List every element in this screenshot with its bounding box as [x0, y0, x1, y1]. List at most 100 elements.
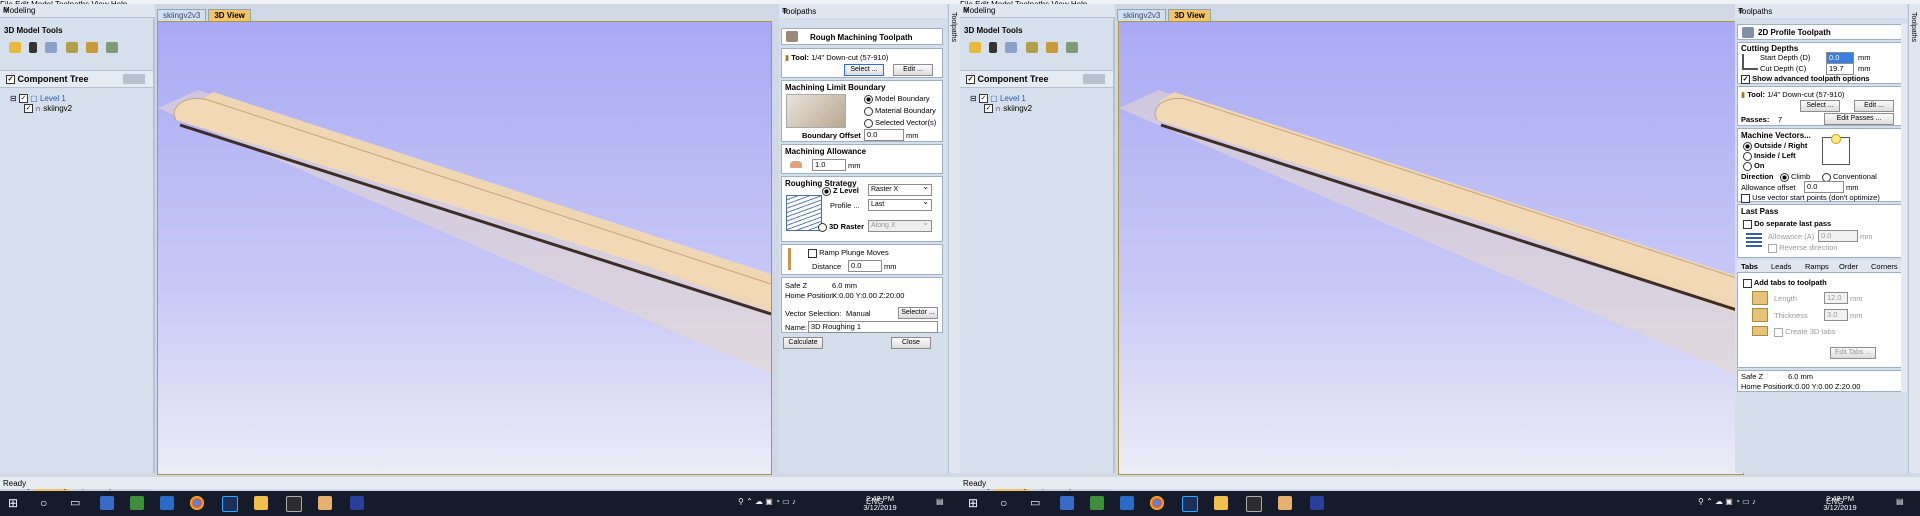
- edit-tool-button[interactable]: Edit ...: [893, 64, 933, 76]
- app-icon-1[interactable]: [1060, 496, 1074, 510]
- arrows-icon[interactable]: [45, 42, 58, 53]
- tree-checkbox[interactable]: ✓: [966, 75, 975, 85]
- tab-corners[interactable]: Corners: [1871, 262, 1898, 271]
- reverse-direction-checkbox[interactable]: [1768, 243, 1777, 253]
- chrome-icon[interactable]: [190, 496, 204, 510]
- tab-3d-view[interactable]: 3D View: [208, 9, 251, 21]
- length-input[interactable]: 12.0: [1824, 292, 1848, 304]
- toolpath-name-input[interactable]: 3D Roughing 1: [808, 321, 938, 333]
- create-3d-tabs-checkbox[interactable]: [1774, 327, 1783, 337]
- pin-icon[interactable]: ⊕: [963, 6, 1112, 14]
- select-tool-button[interactable]: Select ...: [1800, 100, 1840, 112]
- 3d-viewport[interactable]: [1118, 21, 1744, 475]
- clock[interactable]: 2:48 PM 3/12/2019: [858, 494, 902, 512]
- close-button[interactable]: Close: [891, 337, 931, 349]
- tab-2d-document[interactable]: skiingv2v3: [157, 9, 207, 21]
- tree-item-row[interactable]: ✓ ∩ skiingv2: [24, 104, 72, 114]
- tree-tools-icon[interactable]: [1083, 74, 1105, 84]
- climb-radio[interactable]: [1780, 172, 1789, 182]
- photos-icon[interactable]: [1246, 496, 1262, 512]
- file-explorer-icon[interactable]: [254, 496, 268, 510]
- tray-icons[interactable]: ⚲ ⌃ ☁ ▣ ◔ ▭ ♪: [1698, 497, 1756, 506]
- windows-start-icon[interactable]: ⊞: [8, 496, 22, 510]
- raster-select[interactable]: Along X: [868, 218, 932, 232]
- tree-level-row[interactable]: ⊟ ✓ ▢ Level 1: [970, 94, 1026, 104]
- 3d-viewport[interactable]: [157, 21, 772, 475]
- ramp-plunge-checkbox[interactable]: [808, 248, 817, 258]
- photos-icon[interactable]: [286, 496, 302, 512]
- tab-ramps[interactable]: Ramps: [1805, 262, 1829, 271]
- 3d-raster-radio[interactable]: [818, 222, 827, 232]
- pin-icon[interactable]: ⊕: [3, 6, 152, 14]
- arrows-icon[interactable]: [1005, 42, 1018, 53]
- app-icon-3[interactable]: [160, 496, 174, 510]
- windows-start-icon[interactable]: ⊞: [968, 496, 982, 510]
- pin-icon[interactable]: ⊕: [782, 7, 944, 15]
- grid-icon[interactable]: [65, 42, 78, 53]
- app-icon-3[interactable]: [1120, 496, 1134, 510]
- task-view-icon[interactable]: ▭: [70, 496, 84, 510]
- mountain-icon[interactable]: [1066, 42, 1079, 53]
- tab-leads[interactable]: Leads: [1771, 262, 1791, 271]
- allowance-a-input[interactable]: 0.0: [1818, 230, 1858, 242]
- sculpt-icon[interactable]: [85, 42, 98, 53]
- notification-icon[interactable]: ▤: [936, 497, 944, 506]
- selected-vectors-radio[interactable]: [864, 118, 873, 128]
- allowance-input[interactable]: 1.0: [812, 159, 846, 171]
- app-icon-2[interactable]: [130, 496, 144, 510]
- file-explorer-icon[interactable]: [1214, 496, 1228, 510]
- key-icon[interactable]: [29, 42, 38, 53]
- mountain-icon[interactable]: [106, 42, 119, 53]
- pin-icon[interactable]: ⊕: [1738, 7, 1904, 15]
- calculate-button[interactable]: Calculate: [783, 337, 823, 349]
- inside-left-radio[interactable]: [1743, 151, 1752, 161]
- add-tabs-checkbox[interactable]: [1743, 278, 1752, 288]
- app-icon-1[interactable]: [100, 496, 114, 510]
- separate-last-pass-checkbox[interactable]: [1743, 219, 1752, 229]
- app-icon-4[interactable]: [318, 496, 332, 510]
- app-icon-5[interactable]: [350, 496, 364, 510]
- tab-tabs[interactable]: Tabs: [1741, 262, 1758, 271]
- boundary-offset-input[interactable]: 0.0: [864, 129, 904, 141]
- profile-select[interactable]: Last: [868, 197, 932, 211]
- search-icon[interactable]: ○: [40, 496, 54, 510]
- photoshop-icon[interactable]: [1182, 496, 1198, 512]
- model-boundary-radio[interactable]: [864, 94, 873, 104]
- toolpaths-side-tab[interactable]: Toolpaths: [1908, 4, 1920, 473]
- toolpaths-side-tab[interactable]: Toolpaths: [948, 4, 960, 473]
- use-vector-start-checkbox[interactable]: [1741, 193, 1750, 203]
- show-advanced-checkbox[interactable]: ✓: [1741, 74, 1750, 84]
- key-icon[interactable]: [989, 42, 998, 53]
- sculpt-icon[interactable]: [1045, 42, 1058, 53]
- z-level-radio[interactable]: [822, 186, 831, 196]
- panel-scrollbar[interactable]: [1901, 24, 1907, 392]
- tray-icons[interactable]: ⚲ ⌃ ☁ ▣ ◔ ▭ ♪: [738, 497, 796, 506]
- allowance-offset-input[interactable]: 0.0: [1804, 181, 1844, 193]
- clock[interactable]: 2:48 PM 3/12/2019: [1818, 494, 1862, 512]
- distance-input[interactable]: 0.0: [848, 260, 882, 272]
- material-boundary-radio[interactable]: [864, 106, 873, 116]
- on-radio[interactable]: [1743, 161, 1752, 171]
- task-view-icon[interactable]: ▭: [1030, 496, 1044, 510]
- open-folder-icon[interactable]: [969, 42, 981, 53]
- chrome-icon[interactable]: [1150, 496, 1164, 510]
- selector-button[interactable]: Selector ...: [898, 307, 938, 319]
- select-tool-button[interactable]: Select ...: [844, 64, 884, 76]
- tree-level-row[interactable]: ⊟ ✓ ▢ Level 1: [10, 94, 66, 104]
- app-icon-5[interactable]: [1310, 496, 1324, 510]
- notification-icon[interactable]: ▤: [1896, 497, 1904, 506]
- tab-2d-document[interactable]: skiingv2v3: [1117, 9, 1167, 21]
- search-icon[interactable]: ○: [1000, 496, 1014, 510]
- tree-item-row[interactable]: ✓ ∩ skiingv2: [984, 104, 1032, 114]
- open-folder-icon[interactable]: [9, 42, 21, 53]
- tree-checkbox[interactable]: ✓: [6, 75, 15, 85]
- app-icon-4[interactable]: [1278, 496, 1292, 510]
- edit-tool-button[interactable]: Edit ...: [1854, 100, 1894, 112]
- thickness-input[interactable]: 3.0: [1824, 309, 1848, 321]
- edit-passes-button[interactable]: Edit Passes ...: [1824, 113, 1894, 125]
- app-icon-2[interactable]: [1090, 496, 1104, 510]
- grid-icon[interactable]: [1025, 42, 1038, 53]
- photoshop-icon[interactable]: [222, 496, 238, 512]
- outside-right-radio[interactable]: [1743, 141, 1752, 151]
- z-level-select[interactable]: Raster X: [868, 182, 932, 196]
